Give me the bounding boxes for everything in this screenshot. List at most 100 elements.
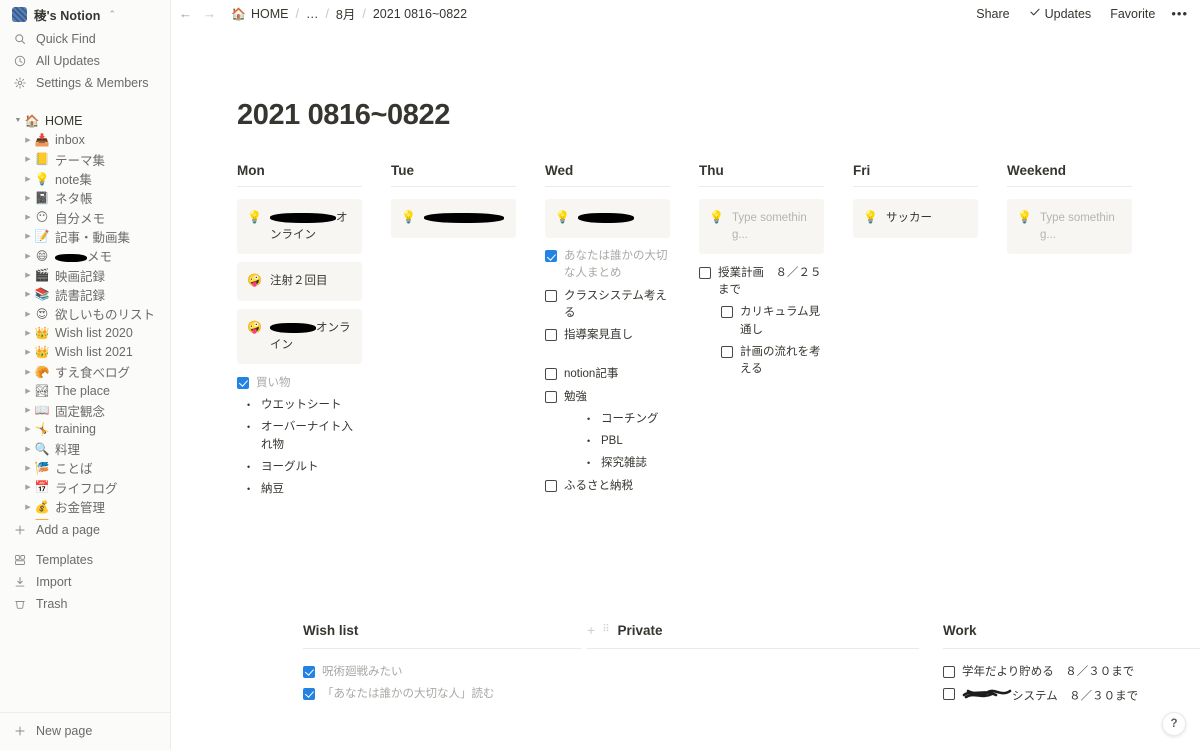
chevron-right-icon[interactable]: ▶ bbox=[22, 136, 34, 144]
chevron-right-icon[interactable]: ▶ bbox=[22, 406, 34, 414]
sidebar-tree-item[interactable]: ▶ 📝 記事・動画集 bbox=[0, 227, 170, 246]
chevron-right-icon[interactable]: ▶ bbox=[22, 329, 34, 337]
callout-block[interactable]: 💡 オンライン bbox=[237, 199, 362, 255]
callout-block[interactable]: 💡 Type something... bbox=[1007, 199, 1132, 255]
checkbox-checked[interactable] bbox=[303, 687, 315, 700]
chevron-right-icon[interactable]: ▶ bbox=[22, 464, 34, 472]
bullet-item[interactable]: • 探究雑誌 bbox=[545, 453, 670, 475]
help-button[interactable]: ? bbox=[1162, 712, 1186, 736]
todo-item[interactable]: ふるさと納税 bbox=[545, 475, 670, 497]
chevron-right-icon[interactable]: ▶ bbox=[22, 445, 34, 453]
checkbox-checked[interactable] bbox=[303, 665, 315, 678]
todo-item[interactable]: 授業計画 ８／２５まで bbox=[699, 262, 824, 302]
sidebar-item-settings-members[interactable]: Settings & Members bbox=[0, 73, 170, 93]
chevron-right-icon[interactable]: ▶ bbox=[22, 503, 34, 511]
add-a-page-button[interactable]: Add a page bbox=[0, 520, 170, 540]
chevron-right-icon[interactable]: ▶ bbox=[22, 194, 34, 202]
breadcrumb-item[interactable]: 2021 0816~0822 bbox=[369, 6, 471, 22]
bullet-item[interactable]: • 納豆 bbox=[237, 479, 362, 501]
chevron-right-icon[interactable]: ▶ bbox=[22, 310, 34, 318]
plus-icon[interactable]: + bbox=[587, 623, 595, 637]
checkbox-unchecked[interactable] bbox=[943, 687, 955, 700]
sidebar-item-quick-find[interactable]: Quick Find bbox=[0, 29, 170, 49]
checkbox-unchecked[interactable] bbox=[943, 665, 955, 678]
bullet-item[interactable]: • オーバーナイト入れ物 bbox=[237, 417, 362, 457]
forward-button[interactable]: → bbox=[203, 7, 216, 20]
checkbox-unchecked[interactable] bbox=[699, 266, 711, 279]
callout-block[interactable]: 🤪 オンライン bbox=[237, 309, 362, 365]
chevron-right-icon[interactable]: ▶ bbox=[22, 387, 34, 395]
checkbox-unchecked[interactable] bbox=[721, 306, 733, 319]
sidebar-tree-item[interactable]: ▶ 🔍 料理 bbox=[0, 439, 170, 458]
more-options-button[interactable]: ••• bbox=[1171, 6, 1188, 21]
favorite-button[interactable]: Favorite bbox=[1107, 5, 1158, 23]
sidebar-tree-item[interactable]: ▶ 🥐 すえ食べログ bbox=[0, 362, 170, 381]
callout-block[interactable]: 💡 bbox=[545, 199, 670, 238]
bullet-item[interactable]: • ヨーグルト bbox=[237, 456, 362, 478]
checkbox-checked[interactable] bbox=[237, 376, 249, 389]
sidebar-tree-item[interactable]: ▶ 💰 お金管理 bbox=[0, 497, 170, 516]
checkbox-unchecked[interactable] bbox=[545, 368, 557, 381]
sidebar-tree-item[interactable]: ▶ 📅 ライフログ bbox=[0, 478, 170, 497]
sidebar-tree-item[interactable]: ▶ 📒 テーマ集 bbox=[0, 150, 170, 169]
back-button[interactable]: ← bbox=[179, 7, 192, 20]
todo-item[interactable]: 勉強 bbox=[545, 386, 670, 408]
todo-item[interactable]: 指導案見直し bbox=[545, 325, 670, 347]
chevron-right-icon[interactable]: ▶ bbox=[22, 271, 34, 279]
chevron-right-icon[interactable]: ▶ bbox=[22, 348, 34, 356]
bullet-item[interactable]: • コーチング bbox=[545, 408, 670, 430]
todo-item[interactable]: クラスシステム考える bbox=[545, 285, 670, 325]
sidebar-tree-item[interactable]: ▼ 🏠 HOME bbox=[0, 111, 170, 130]
todo-item[interactable]: システム ８／３０まで bbox=[943, 683, 1200, 709]
chevron-right-icon[interactable]: ▶ bbox=[22, 425, 34, 433]
chevron-down-icon[interactable]: ▼ bbox=[12, 117, 24, 124]
sidebar-item-templates[interactable]: Templates bbox=[0, 550, 170, 570]
sidebar-tree-item[interactable]: ▶ 👑 Wish list 2021 bbox=[0, 343, 170, 362]
todo-item[interactable]: notion記事 bbox=[545, 364, 670, 386]
breadcrumb-item[interactable]: 🏠 HOME bbox=[227, 6, 292, 22]
sidebar-item-all-updates[interactable]: All Updates bbox=[0, 51, 170, 71]
sidebar-tree-item[interactable]: ▶ 🎏 ことば bbox=[0, 458, 170, 477]
empty-block[interactable] bbox=[545, 347, 670, 364]
new-page-button[interactable]: New page bbox=[0, 712, 170, 748]
bullet-item[interactable]: • PBL bbox=[545, 431, 670, 453]
todo-item[interactable]: 計画の流れを考える bbox=[699, 341, 824, 381]
sidebar-tree-item[interactable]: ▶ 😶 自分メモ bbox=[0, 207, 170, 226]
todo-item[interactable]: 呪術廻戦みたい bbox=[303, 661, 581, 683]
updates-button[interactable]: Updates bbox=[1026, 4, 1095, 23]
todo-item[interactable]: 買い物 bbox=[237, 372, 362, 394]
callout-block[interactable]: 💡 Type something... bbox=[699, 199, 824, 255]
todo-item[interactable]: あなたは誰かの大切な人まとめ bbox=[545, 246, 670, 286]
chevron-right-icon[interactable]: ▶ bbox=[22, 155, 34, 163]
share-button[interactable]: Share bbox=[973, 5, 1012, 23]
sidebar-tree-item[interactable]: ▶ 🤸 training bbox=[0, 420, 170, 439]
checkbox-unchecked[interactable] bbox=[545, 390, 557, 403]
sidebar-tree-item[interactable]: ▶ 👑 Wish list 2020 bbox=[0, 323, 170, 342]
sidebar-tree-item[interactable]: ▶ 🏞 The place bbox=[0, 381, 170, 400]
callout-block[interactable]: 💡 サッカー bbox=[853, 199, 978, 238]
workspace-switcher[interactable]: 稜's Notion ⌃ bbox=[0, 0, 170, 27]
sidebar-tree-item[interactable]: ▶ 🎬 映画記録 bbox=[0, 265, 170, 284]
breadcrumb-item[interactable]: … bbox=[302, 6, 323, 22]
checkbox-unchecked[interactable] bbox=[545, 289, 557, 302]
sidebar-item-import[interactable]: Import bbox=[0, 572, 170, 592]
sidebar-tree-item[interactable]: ▶ 📖 固定観念 bbox=[0, 400, 170, 419]
callout-block[interactable]: 💡 bbox=[391, 199, 516, 238]
sidebar-item-trash[interactable]: Trash bbox=[0, 594, 170, 614]
chevron-right-icon[interactable]: ▶ bbox=[22, 232, 34, 240]
sidebar-tree-item[interactable]: ▶ 📥 inbox bbox=[0, 130, 170, 149]
sidebar-tree-item[interactable]: ▶ 😄 メモ bbox=[0, 246, 170, 265]
chevron-right-icon[interactable]: ▶ bbox=[22, 368, 34, 376]
bullet-item[interactable]: • ウエットシート bbox=[237, 395, 362, 417]
sidebar-tree-item[interactable]: ▶ 😍 欲しいものリスト bbox=[0, 304, 170, 323]
todo-item[interactable]: カリキュラム見通し bbox=[699, 302, 824, 342]
sidebar-tree-item[interactable]: ▶ 💡 note集 bbox=[0, 169, 170, 188]
chevron-right-icon[interactable]: ▶ bbox=[22, 483, 34, 491]
checkbox-unchecked[interactable] bbox=[545, 479, 557, 492]
callout-block[interactable]: 🤪 注射２回目 bbox=[237, 262, 362, 302]
chevron-right-icon[interactable]: ▶ bbox=[22, 175, 34, 183]
chevron-right-icon[interactable]: ▶ bbox=[22, 290, 34, 298]
checkbox-unchecked[interactable] bbox=[545, 329, 557, 342]
sidebar-tree-item[interactable]: ▶ 📓 ネタ帳 bbox=[0, 188, 170, 207]
checkbox-checked[interactable] bbox=[545, 250, 557, 263]
